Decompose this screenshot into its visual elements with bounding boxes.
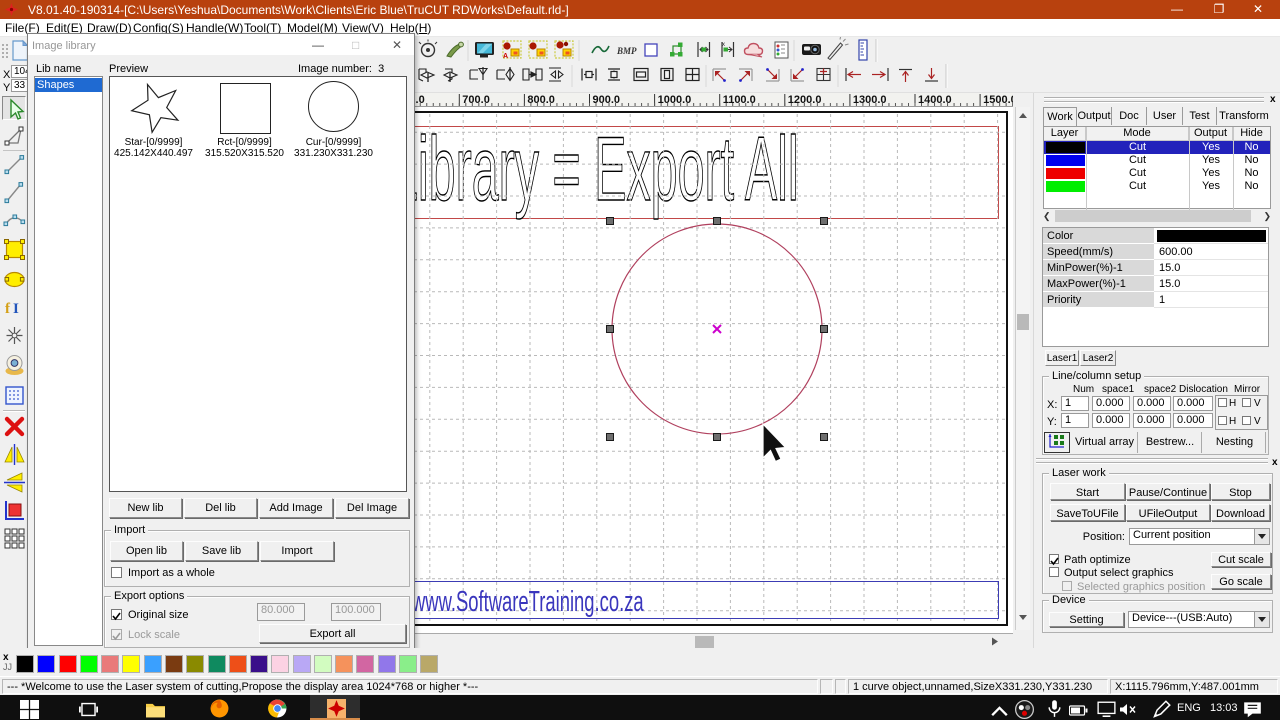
svg-text:A: A [503, 53, 508, 60]
svg-text:BMP: BMP [616, 46, 637, 56]
svg-text:I: I [13, 301, 19, 317]
svg-text:f: f [5, 301, 11, 317]
svg-text:x: x [722, 42, 725, 48]
svg-text:1500.0: 1500.0 [983, 94, 1013, 106]
